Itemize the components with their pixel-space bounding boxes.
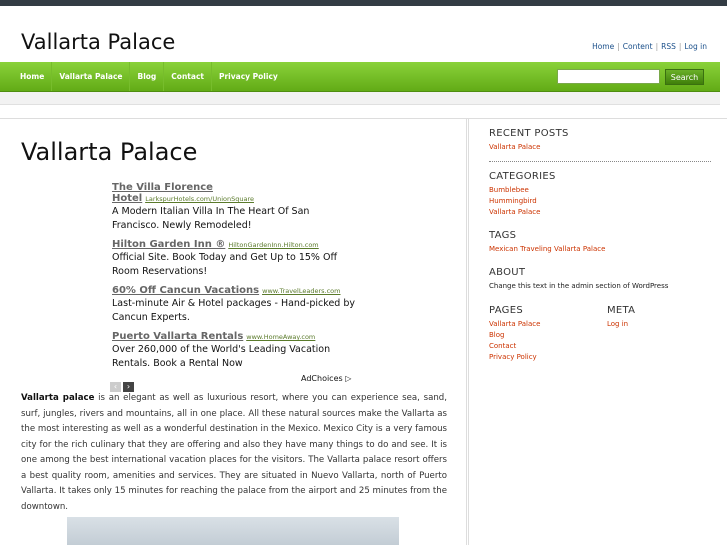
ad-description: Over 260,000 of the World's Leading Vaca… xyxy=(112,344,331,369)
meta-login-link[interactable]: Log in xyxy=(607,319,635,330)
ad-url-link[interactable]: www.TravelLeaders.com xyxy=(262,287,340,295)
search-button[interactable]: Search xyxy=(665,69,704,85)
article-text: is an elegant as well as luxurious resor… xyxy=(21,393,447,512)
recent-posts-widget: RECENT POSTS Vallarta Palace xyxy=(489,128,714,153)
ad-url-link[interactable]: LarkspurHotels.com/UnionSquare xyxy=(145,195,254,203)
ad-description: Last-minute Air & Hotel packages - Hand-… xyxy=(112,298,355,323)
ad-item: The Villa Florence Hotel LarkspurHotels.c… xyxy=(112,182,357,233)
top-links: Home | Content | RSS | Log in xyxy=(592,42,707,51)
tags-widget: TAGS Mexican Traveling Vallarta Palace xyxy=(489,230,714,255)
toplink-rss[interactable]: RSS xyxy=(661,42,676,51)
recent-post-link[interactable]: Vallarta Palace xyxy=(489,142,714,153)
page-link[interactable]: Vallarta Palace xyxy=(489,319,607,330)
nav-item-vallarta-palace[interactable]: Vallarta Palace xyxy=(52,62,131,91)
ad-description: A Modern Italian Villa In The Heart Of S… xyxy=(112,206,310,231)
article-body: Vallarta palace is an elegant as well as… xyxy=(21,391,447,515)
pages-widget: PAGES Vallarta Palace Blog Contact Priva… xyxy=(489,305,607,363)
widget-title: META xyxy=(607,305,636,316)
toplink-login[interactable]: Log in xyxy=(684,42,707,51)
nav-item-home[interactable]: Home xyxy=(13,62,53,91)
ad-url-link[interactable]: HiltonGardenInn.Hilton.com xyxy=(228,241,318,249)
dotted-divider xyxy=(489,161,711,162)
column-divider xyxy=(468,119,469,545)
page-link[interactable]: Privacy Policy xyxy=(489,352,607,363)
adchoices-link[interactable]: AdChoices ▷ xyxy=(301,374,351,383)
subheader-bar xyxy=(0,92,720,105)
ad-title-link[interactable]: Puerto Vallarta Rentals xyxy=(112,331,243,342)
page-title: Vallarta Palace xyxy=(21,138,198,166)
widget-title: RECENT POSTS xyxy=(489,128,569,139)
categories-widget: CATEGORIES Bumblebee Hummingbird Vallart… xyxy=(489,171,714,218)
separator: | xyxy=(655,42,659,51)
ad-title-link[interactable]: 60% Off Cancun Vacations xyxy=(112,285,259,296)
sidebar: RECENT POSTS Vallarta Palace CATEGORIES … xyxy=(489,128,714,363)
nav-item-privacy-policy[interactable]: Privacy Policy xyxy=(212,62,285,91)
page-link[interactable]: Blog xyxy=(489,330,607,341)
divider xyxy=(0,118,727,119)
ad-description: Official Site. Book Today and Get Up to … xyxy=(112,252,338,277)
ad-block: The Villa Florence Hotel LarkspurHotels.c… xyxy=(112,182,357,377)
nav-item-blog[interactable]: Blog xyxy=(130,62,165,91)
ad-url-link[interactable]: www.HomeAway.com xyxy=(246,333,315,341)
toplink-content[interactable]: Content xyxy=(623,42,653,51)
ad-item: Hilton Garden Inn ® HiltonGardenInn.Hilto… xyxy=(112,239,357,279)
about-widget: ABOUT Change this text in the admin sect… xyxy=(489,267,714,292)
category-link[interactable]: Hummingbird xyxy=(489,196,714,207)
widget-title: TAGS xyxy=(489,230,517,241)
article-photo xyxy=(67,517,399,545)
separator: | xyxy=(617,42,620,51)
column-divider xyxy=(466,119,467,545)
site-title[interactable]: Vallarta Palace xyxy=(21,30,175,54)
meta-widget: META Log in xyxy=(607,305,635,363)
page-link[interactable]: Contact xyxy=(489,341,607,352)
widget-title: PAGES xyxy=(489,305,523,316)
category-link[interactable]: Bumblebee xyxy=(489,185,714,196)
top-dark-bar xyxy=(0,0,727,6)
separator: | xyxy=(678,42,682,51)
about-text: Change this text in the admin section of… xyxy=(489,282,669,290)
ad-item: 60% Off Cancun Vacations www.TravelLeader… xyxy=(112,285,357,325)
widget-title: CATEGORIES xyxy=(489,171,556,182)
nav-item-contact[interactable]: Contact xyxy=(164,62,212,91)
search-input[interactable] xyxy=(557,69,660,84)
tag-links[interactable]: Mexican Traveling Vallarta Palace xyxy=(489,244,714,255)
widget-title: ABOUT xyxy=(489,267,526,278)
article-lead: Vallarta palace xyxy=(21,393,95,403)
ad-item: Puerto Vallarta Rentals www.HomeAway.com … xyxy=(112,331,357,371)
ad-title-link[interactable]: Hilton Garden Inn ® xyxy=(112,239,225,250)
toplink-home[interactable]: Home xyxy=(592,42,614,51)
category-link[interactable]: Vallarta Palace xyxy=(489,207,714,218)
